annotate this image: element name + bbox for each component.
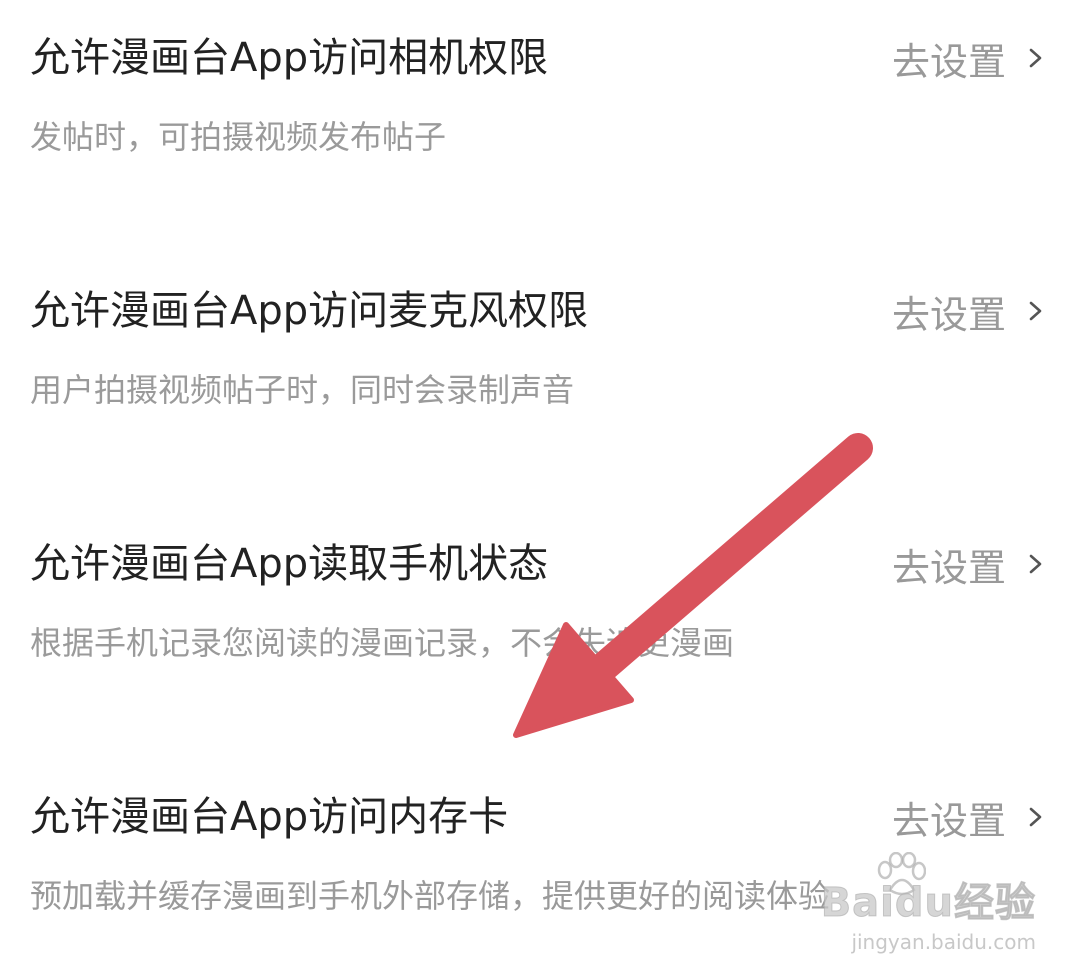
paw-icon — [877, 852, 926, 896]
permission-title: 允许漫画台App访问相机权限 — [30, 35, 549, 81]
permission-row-camera: 允许漫画台App访问相机权限 去设置 发帖时，可拍摄视频发布帖子 — [0, 0, 1076, 200]
permission-description: 用户拍摄视频帖子时，同时会录制声音 — [30, 371, 575, 409]
chevron-right-icon — [1029, 48, 1042, 68]
permission-row-phone-state: 允许漫画台App读取手机状态 去设置 根据手机记录您阅读的漫画记录，不会失追更漫… — [0, 506, 1076, 706]
permission-description: 发帖时，可拍摄视频发布帖子 — [30, 118, 447, 156]
permission-title: 允许漫画台App访问内存卡 — [30, 794, 509, 840]
chevron-right-icon — [1029, 554, 1042, 574]
go-settings-label: 去设置 — [891, 292, 1006, 337]
permission-description: 预加载并缓存漫画到手机外部存储，提供更好的阅读体验 — [30, 877, 831, 915]
go-settings-button[interactable]: 去设置 — [892, 283, 1048, 339]
go-settings-button[interactable]: 去设置 — [892, 789, 1048, 845]
go-settings-button[interactable]: 去设置 — [892, 30, 1048, 86]
permission-title: 允许漫画台App读取手机状态 — [30, 541, 549, 587]
permission-row-microphone: 允许漫画台App访问麦克风权限 去设置 用户拍摄视频帖子时，同时会录制声音 — [0, 253, 1076, 453]
permission-title: 允许漫画台App访问麦克风权限 — [30, 288, 589, 334]
go-settings-label: 去设置 — [891, 39, 1006, 84]
go-settings-label: 去设置 — [891, 545, 1006, 590]
go-settings-label: 去设置 — [891, 798, 1006, 843]
go-settings-button[interactable]: 去设置 — [892, 536, 1048, 592]
permission-description: 根据手机记录您阅读的漫画记录，不会失追更漫画 — [30, 624, 735, 662]
chevron-right-icon — [1029, 301, 1042, 321]
chevron-right-icon — [1029, 807, 1042, 827]
